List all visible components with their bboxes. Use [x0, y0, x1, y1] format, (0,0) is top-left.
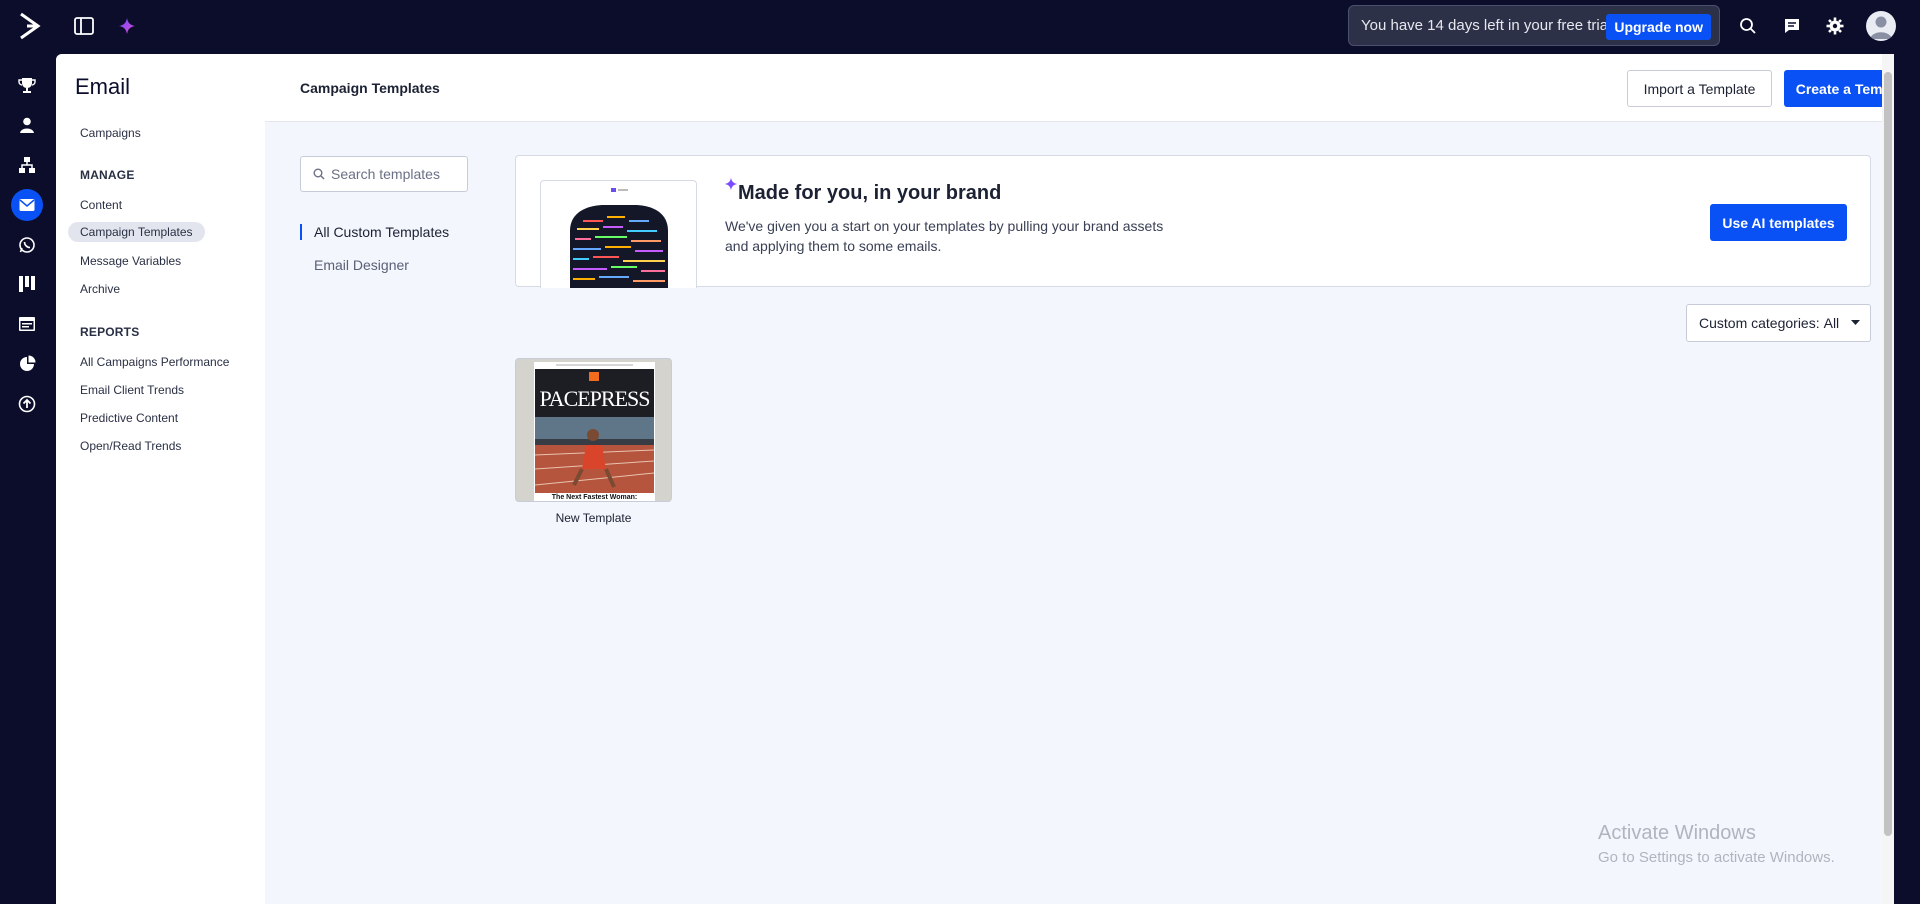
nav-item-all-campaigns-performance[interactable]: All Campaigns Performance	[80, 355, 229, 369]
nav-item-email-client-trends[interactable]: Email Client Trends	[80, 383, 184, 397]
user-avatar-icon[interactable]	[1866, 11, 1896, 41]
import-template-button[interactable]: Import a Template	[1627, 70, 1772, 107]
nav-item-message-variables[interactable]: Message Variables	[80, 254, 181, 268]
category-value: All	[1823, 315, 1840, 331]
category-label: Custom categories:	[1699, 315, 1820, 331]
sitemap-icon[interactable]	[14, 152, 40, 178]
page-header: Campaign Templates Import a Template Cre…	[265, 54, 1894, 122]
template-masthead: PACEPRESS	[539, 386, 650, 411]
template-name[interactable]: New Template	[515, 511, 672, 525]
nav-item-open-read-trends[interactable]: Open/Read Trends	[80, 439, 181, 453]
mail-icon[interactable]	[11, 189, 43, 221]
chat-icon[interactable]	[1780, 14, 1804, 38]
page-title: Campaign Templates	[300, 80, 440, 96]
top-bar: You have 14 days left in your free trial…	[0, 0, 1920, 54]
trophy-icon[interactable]	[14, 72, 40, 98]
browser-icon[interactable]	[14, 311, 40, 337]
use-ai-templates-button[interactable]: Use AI templates	[1710, 204, 1847, 241]
gear-icon[interactable]	[1823, 14, 1847, 38]
sidebar-toggle-icon[interactable]	[72, 14, 96, 38]
upload-icon[interactable]	[14, 391, 40, 417]
nav-section-manage: MANAGE	[80, 168, 135, 182]
upgrade-now-button[interactable]: Upgrade now	[1606, 14, 1711, 40]
ai-sparkle-icon[interactable]	[115, 14, 139, 38]
nav-item-archive[interactable]: Archive	[80, 282, 120, 296]
search-icon	[313, 168, 325, 180]
kanban-icon[interactable]	[14, 271, 40, 297]
custom-categories-dropdown[interactable]: Custom categories: All	[1686, 304, 1871, 342]
template-card[interactable]: PACEPRESS The Next Fastest Woman:	[515, 358, 672, 502]
main-panel: Email Campaigns MANAGE Content Campaign …	[56, 54, 1894, 904]
caret-down-icon	[1851, 320, 1861, 326]
pie-chart-icon[interactable]	[14, 351, 40, 377]
app-logo-icon[interactable]	[18, 12, 42, 40]
activate-windows-subtitle: Go to Settings to activate Windows.	[1598, 849, 1835, 866]
ai-template-preview	[540, 180, 697, 288]
create-template-button[interactable]: Create a Template	[1784, 70, 1894, 107]
ai-sparkle-icon	[724, 177, 738, 196]
scrollbar-thumb[interactable]	[1884, 72, 1892, 836]
vertical-scrollbar[interactable]	[1882, 54, 1894, 904]
search-box	[300, 156, 468, 192]
ai-card-title: Made for you, in your brand	[738, 182, 1002, 204]
whatsapp-icon[interactable]	[14, 232, 40, 258]
search-input[interactable]	[331, 166, 461, 182]
section-title: Email	[75, 74, 131, 99]
search-icon[interactable]	[1736, 14, 1760, 38]
template-thumbnail	[534, 362, 655, 501]
trial-text: You have 14 days left in your free trial…	[1361, 17, 1616, 34]
nav-section-reports: REPORTS	[80, 325, 140, 339]
filter-all-custom-templates[interactable]: All Custom Templates	[300, 224, 449, 240]
ai-templates-card: Made for you, in your brand We've given …	[515, 155, 1871, 288]
filter-email-designer[interactable]: Email Designer	[300, 257, 409, 273]
nav-item-campaign-templates[interactable]: Campaign Templates	[68, 222, 205, 242]
template-caption: The Next Fastest Woman:	[551, 494, 638, 501]
ai-card-description: We've given you a start on your template…	[725, 218, 1164, 254]
nav-item-campaigns[interactable]: Campaigns	[80, 126, 141, 140]
nav-item-predictive-content[interactable]: Predictive Content	[80, 411, 178, 425]
activate-windows-title: Activate Windows	[1598, 822, 1756, 844]
nav-item-content[interactable]: Content	[80, 198, 122, 212]
user-icon[interactable]	[14, 112, 40, 138]
email-subnav: Email Campaigns MANAGE Content Campaign …	[56, 54, 265, 904]
trial-banner: You have 14 days left in your free trial…	[1348, 5, 1720, 46]
